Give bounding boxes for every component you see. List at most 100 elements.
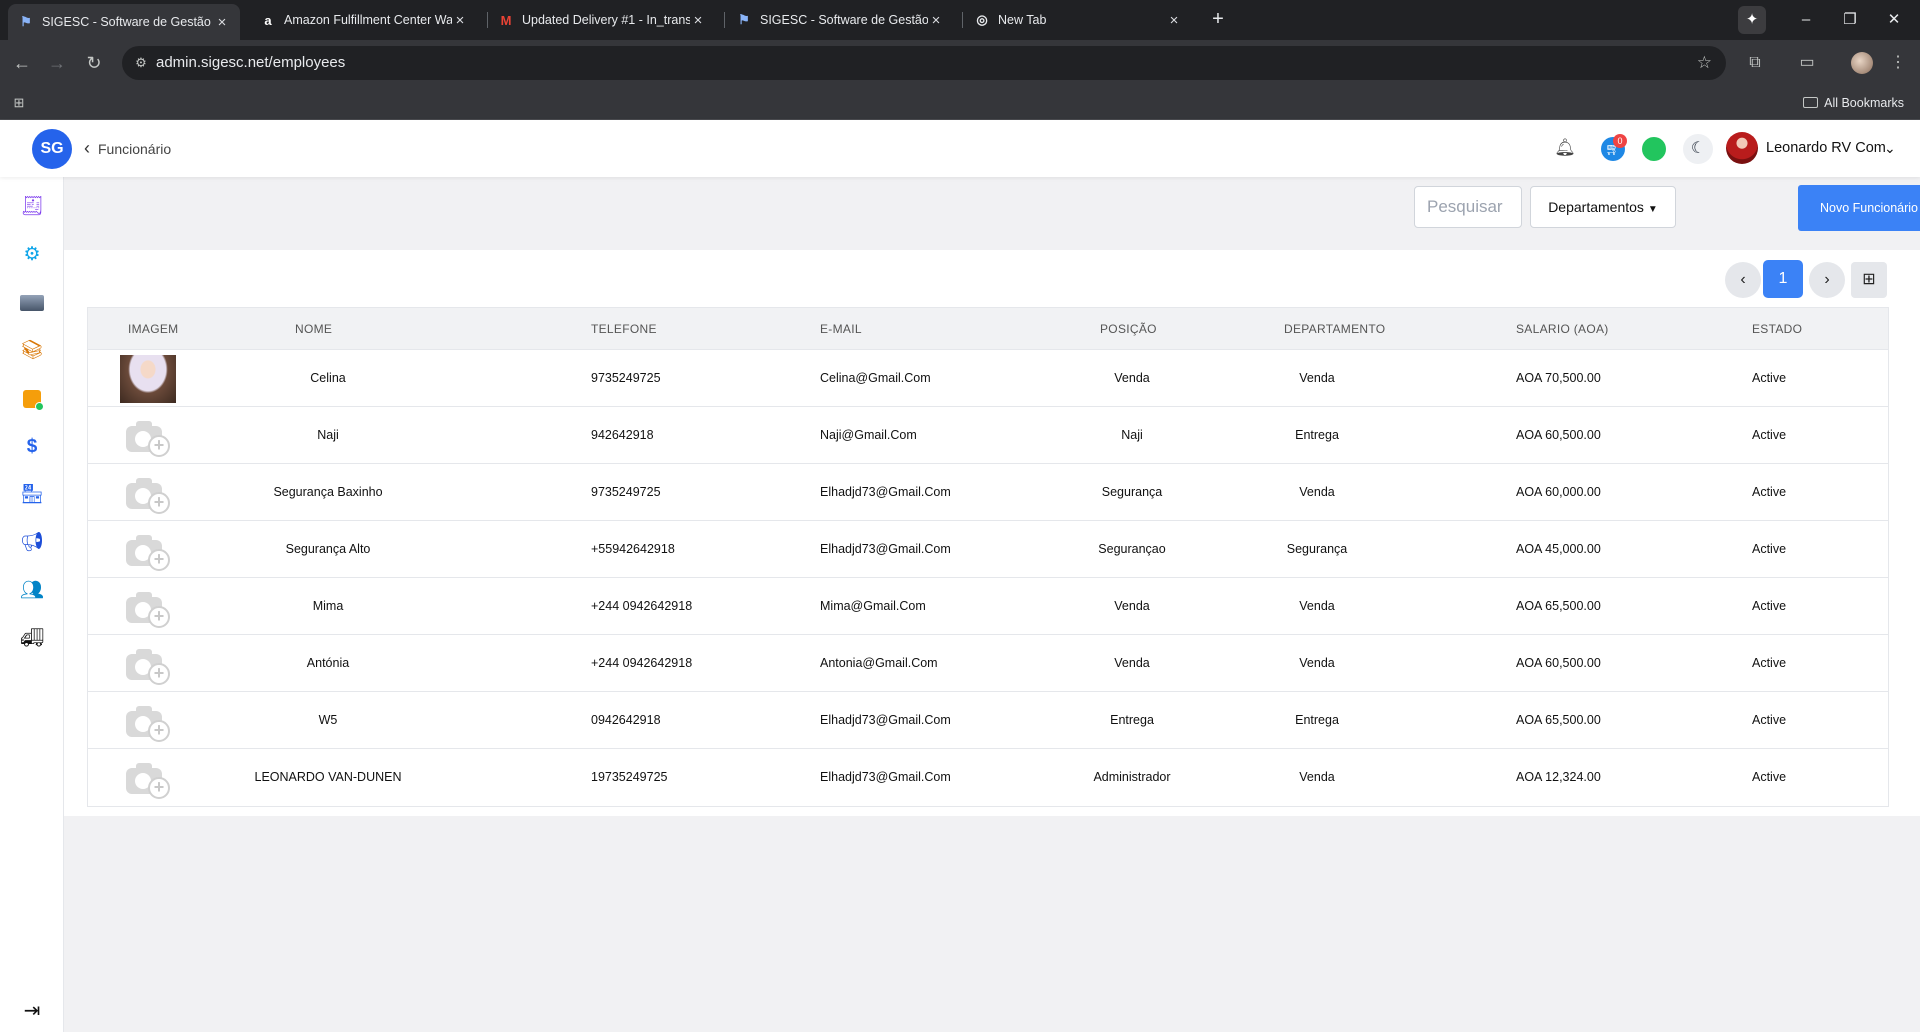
- browser-tab-2[interactable]: M Updated Delivery #1 - In_transi ×: [488, 0, 716, 40]
- team-icon[interactable]: 👥︎: [18, 577, 46, 605]
- all-bookmarks[interactable]: All Bookmarks: [1803, 86, 1904, 120]
- table-body: Celina 9735249725 Celina@Gmail.Com Venda Ven…: [88, 350, 1888, 806]
- star-icon[interactable]: ☆: [1697, 46, 1712, 80]
- next-page-button[interactable]: ›: [1809, 262, 1845, 298]
- tab-search-icon[interactable]: ▭: [1795, 51, 1819, 75]
- add-photo-icon[interactable]: +: [124, 588, 172, 628]
- status-badge: Active: [1751, 713, 1787, 727]
- employee-department: Venda: [1299, 656, 1335, 670]
- column-header[interactable]: NOME: [295, 308, 332, 350]
- column-header[interactable]: SALARIO (AOA): [1516, 308, 1609, 350]
- add-photo-icon[interactable]: +: [124, 702, 172, 742]
- profile-avatar[interactable]: [1851, 52, 1873, 74]
- employee-salary: AOA 12,324.00: [1516, 770, 1601, 784]
- add-photo-icon[interactable]: +: [124, 645, 172, 685]
- gemini-icon[interactable]: ✦: [1738, 6, 1766, 34]
- close-icon[interactable]: ×: [690, 12, 706, 29]
- column-header[interactable]: IMAGEM: [128, 308, 178, 350]
- new-tab-button[interactable]: +: [1206, 8, 1230, 32]
- page-title: Funcionário: [98, 141, 172, 157]
- column-header[interactable]: TELEFONE: [591, 308, 657, 350]
- sidebar: 🧾︎ ⚙ 📚︎ $ 🏪︎ 📢︎ 👥︎ 🚚︎ ⇥: [0, 177, 64, 1032]
- table-row[interactable]: + Naji 942642918 Naji@Gmail.Com Naji Entrega A…: [88, 407, 1888, 464]
- chevron-down-icon[interactable]: ⌄: [1884, 120, 1896, 177]
- extensions-icon[interactable]: ⧉: [1743, 51, 1767, 75]
- close-icon[interactable]: ×: [452, 12, 468, 29]
- add-photo-icon[interactable]: +: [124, 474, 172, 514]
- employee-position: Venda: [1114, 599, 1150, 613]
- table-row[interactable]: + Mima +244 0942642918 Mima@Gmail.Com Venda V…: [88, 578, 1888, 635]
- search-input[interactable]: [1414, 186, 1522, 228]
- tab-title: Amazon Fulfillment Center War: [284, 13, 452, 27]
- site-info-icon[interactable]: ⚙: [132, 54, 150, 72]
- table-row[interactable]: + W5 0942642918 Elhadjd73@Gmail.Com Entrega E…: [88, 692, 1888, 749]
- close-icon[interactable]: ×: [214, 14, 230, 31]
- menu-icon[interactable]: ⋮: [1886, 51, 1910, 75]
- status-badge: Active: [1751, 371, 1787, 385]
- employee-position: Entrega: [1110, 713, 1154, 727]
- add-photo-icon[interactable]: +: [124, 417, 172, 457]
- add-photo-icon[interactable]: +: [124, 759, 172, 799]
- avatar[interactable]: [1726, 132, 1758, 164]
- browser-tab-1[interactable]: a Amazon Fulfillment Center War ×: [250, 0, 478, 40]
- employee-phone: +55942642918: [591, 542, 675, 556]
- browser-tab-4[interactable]: ◎ New Tab ×: [964, 0, 1192, 40]
- column-header[interactable]: POSIÇÃO: [1100, 308, 1157, 350]
- close-icon[interactable]: ×: [1166, 12, 1182, 29]
- reload-icon[interactable]: ↻: [80, 49, 108, 77]
- restore-button[interactable]: ❐: [1830, 6, 1870, 34]
- package-icon[interactable]: [18, 385, 46, 413]
- gear-icon[interactable]: ⚙: [18, 241, 46, 269]
- minimize-button[interactable]: –: [1786, 6, 1826, 34]
- receipt-icon[interactable]: 🧾︎: [18, 193, 46, 221]
- all-bookmarks-label: All Bookmarks: [1824, 96, 1904, 110]
- tab-title: New Tab: [998, 13, 1047, 27]
- employee-salary: AOA 60,500.00: [1516, 656, 1601, 670]
- caret-down-icon: ▼: [1647, 204, 1658, 215]
- truck-icon[interactable]: 🚚︎: [18, 625, 46, 653]
- moon-icon[interactable]: ☾: [1683, 134, 1713, 164]
- add-photo-icon[interactable]: +: [124, 531, 172, 571]
- back-arrow-icon[interactable]: ←: [8, 49, 36, 77]
- current-page-button[interactable]: 1: [1763, 260, 1803, 298]
- back-link[interactable]: ‹ Funcionário: [84, 120, 171, 178]
- employee-department: Venda: [1299, 770, 1335, 784]
- table-row[interactable]: + Segurança Alto +55942642918 Elhadjd73@Gma…: [88, 521, 1888, 578]
- app-logo[interactable]: SG: [32, 129, 72, 169]
- employee-photo[interactable]: [120, 355, 176, 403]
- user-name[interactable]: Leonardo RV Com: [1766, 120, 1886, 177]
- apps-icon[interactable]: ⊞: [10, 94, 28, 112]
- employee-email: Elhadjd73@Gmail.Com: [820, 542, 951, 556]
- table-row[interactable]: + Antónia +244 0942642918 Antonia@Gmail.Com…: [88, 635, 1888, 692]
- column-header[interactable]: ESTADO: [1752, 308, 1802, 350]
- browser-tab-3[interactable]: ⚑ SIGESC - Software de Gestão Em ×: [726, 0, 954, 40]
- address-bar[interactable]: ⚙ admin.sigesc.net/employees ☆: [122, 46, 1726, 80]
- forward-arrow-icon[interactable]: →: [43, 49, 71, 77]
- new-employee-button[interactable]: Novo Funcionário: [1798, 185, 1920, 231]
- departments-dropdown[interactable]: Departamentos ▼: [1530, 186, 1676, 228]
- close-icon[interactable]: ×: [928, 12, 944, 29]
- online-status-dot[interactable]: [1642, 137, 1666, 161]
- grid-view-icon[interactable]: ⊞: [1851, 262, 1887, 298]
- books-icon[interactable]: 📚︎: [18, 337, 46, 365]
- filter-bar: Departamentos▼ Novo Funcionário: [64, 177, 1920, 250]
- prev-page-button[interactable]: ‹: [1725, 262, 1761, 298]
- logout-icon[interactable]: ⇥: [18, 997, 46, 1025]
- table-row[interactable]: + LEONARDO VAN-DUNEN 19735249725 Elhadjd73@…: [88, 749, 1888, 806]
- close-window-button[interactable]: ✕: [1874, 6, 1914, 34]
- credit-card-icon[interactable]: [18, 289, 46, 317]
- column-header[interactable]: E-MAIL: [820, 308, 862, 350]
- megaphone-icon[interactable]: 📢︎: [18, 529, 46, 557]
- employee-position: Segurança: [1101, 485, 1163, 499]
- bell-icon[interactable]: 🔔︎: [1554, 137, 1576, 159]
- bookmarks-bar: ⊞ All Bookmarks: [0, 86, 1920, 120]
- table-row[interactable]: + Segurança Baxinho 9735249725 Elhadjd73@Gm…: [88, 464, 1888, 521]
- browser-tab-0[interactable]: ⚑ SIGESC - Software de Gestão Em ×: [8, 4, 240, 40]
- table-row[interactable]: Celina 9735249725 Celina@Gmail.Com Venda Ven…: [88, 350, 1888, 407]
- status-badge: Active: [1751, 770, 1787, 784]
- chrome-icon: ◎: [976, 12, 988, 27]
- store-icon[interactable]: 🏪︎: [18, 481, 46, 509]
- employee-department: Entrega: [1295, 428, 1339, 442]
- dollar-icon[interactable]: $: [18, 433, 46, 461]
- column-header[interactable]: DEPARTAMENTO: [1284, 308, 1385, 350]
